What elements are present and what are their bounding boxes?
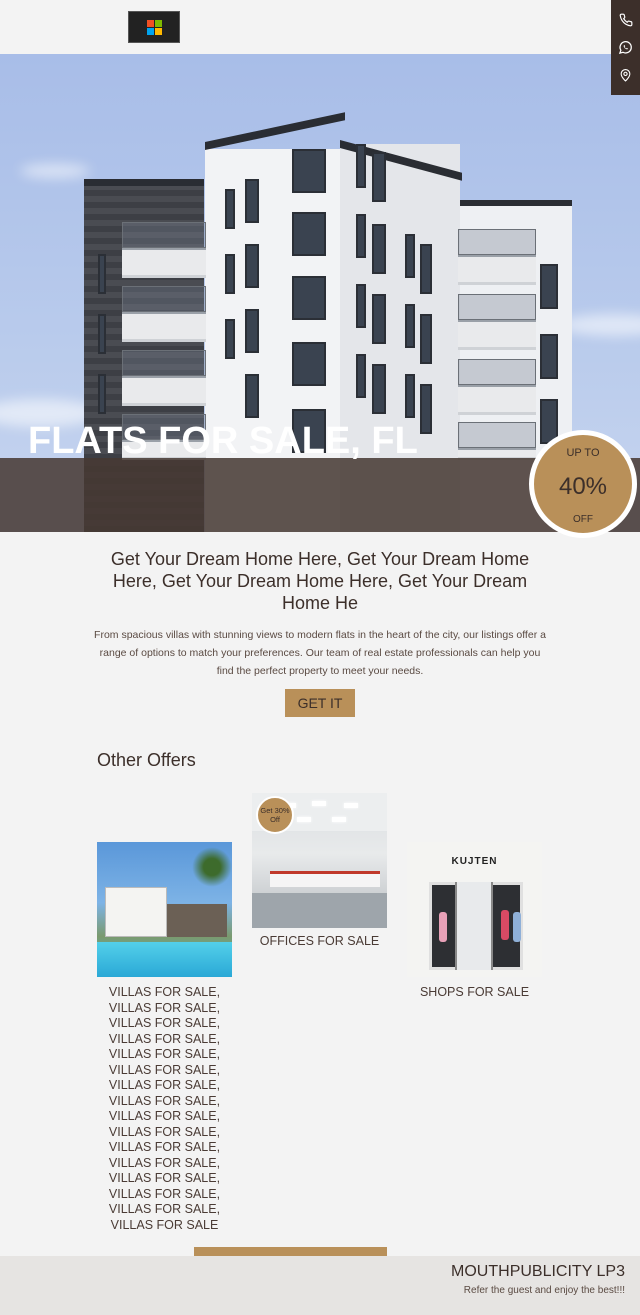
- phone-icon[interactable]: [618, 12, 634, 28]
- villas-image[interactable]: [97, 842, 232, 977]
- shops-label[interactable]: SHOPS FOR SALE: [407, 985, 542, 999]
- villas-label[interactable]: VILLAS FOR SALE, VILLAS FOR SALE, VILLAS…: [97, 985, 232, 1233]
- windows-logo-icon[interactable]: [128, 11, 180, 43]
- footer-subtitle: Refer the guest and enjoy the best!!!: [463, 1285, 625, 1296]
- intro-heading: Get Your Dream Home Here, Get Your Dream…: [110, 549, 530, 613]
- top-bar: [0, 0, 640, 54]
- location-pin-icon[interactable]: [618, 67, 634, 83]
- discount-badge: UP TO 40% OFF: [529, 430, 637, 538]
- shops-image[interactable]: KUJTEN: [407, 842, 542, 977]
- whatsapp-icon[interactable]: [618, 39, 634, 55]
- badge-percent: 40%: [558, 472, 608, 500]
- badge-off-label: OFF: [573, 514, 593, 525]
- contact-strip: [611, 0, 640, 95]
- offices-label[interactable]: OFFICES FOR SALE: [252, 934, 387, 948]
- other-offers-heading: Other Offers: [97, 750, 196, 770]
- shop-sign: KUJTEN: [451, 856, 498, 867]
- office-discount-badge: Get 30% Off: [256, 796, 294, 834]
- intro-description: From spacious villas with stunning views…: [94, 629, 546, 677]
- badge-up-to-label: UP TO: [566, 447, 600, 459]
- get-it-button[interactable]: GET IT: [285, 689, 355, 717]
- hero-title: FLATS FOR SALE, FL: [28, 420, 418, 462]
- footer-accent-tab: [194, 1247, 387, 1256]
- footer-title: MOUTHPUBLICITY LP3: [451, 1263, 625, 1280]
